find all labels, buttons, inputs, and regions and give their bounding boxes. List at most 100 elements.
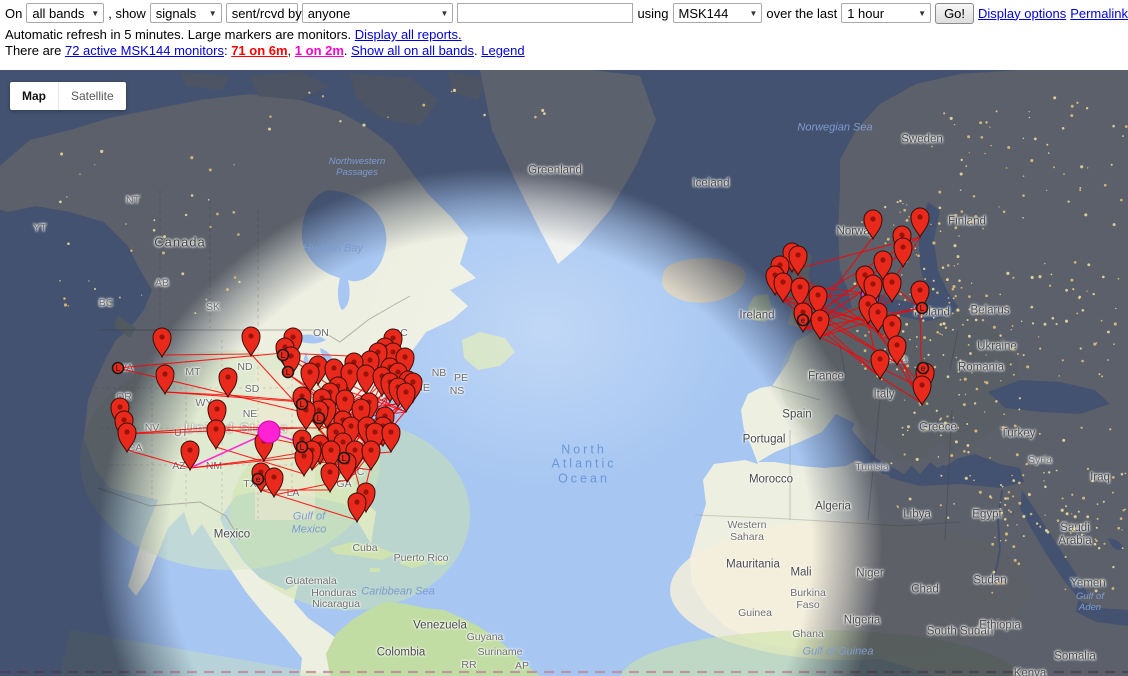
city-light-dot [897, 201, 899, 203]
city-light-dot [968, 344, 970, 346]
city-light-dot [1101, 320, 1103, 322]
map-view-button[interactable]: Map [10, 82, 58, 110]
city-light-dot [1073, 527, 1076, 530]
satellite-view-button[interactable]: Satellite [58, 82, 126, 110]
chevron-down-icon: ▼ [209, 9, 217, 18]
sentrcvd-select[interactable]: sent/rcvd by▼ [226, 3, 298, 23]
city-light-dot [995, 400, 997, 402]
callsign-input[interactable] [457, 3, 633, 23]
monitor-marker[interactable] [362, 441, 380, 470]
city-light-dot [1005, 532, 1008, 535]
map-type-control: Map Satellite [10, 82, 126, 110]
city-light-dot [984, 153, 985, 154]
monitor-marker[interactable] [913, 376, 931, 405]
city-light-dot [901, 274, 903, 276]
anyone-select[interactable]: anyone▼ [302, 3, 454, 23]
small-station-marker[interactable]: L [917, 303, 928, 314]
city-light-dot [940, 504, 942, 506]
city-light-dot [483, 114, 486, 117]
go-button[interactable]: Go! [935, 3, 974, 24]
city-light-dot [933, 317, 935, 319]
city-light-dot [1121, 473, 1124, 476]
city-light-dot [957, 263, 959, 265]
display-options-link[interactable]: Display options [978, 6, 1066, 21]
period-select[interactable]: 1 hour▼ [841, 3, 931, 23]
small-station-marker[interactable]: L [339, 453, 350, 464]
monitor-marker[interactable] [883, 273, 901, 302]
city-light-dot [1104, 184, 1107, 187]
city-light-dot [190, 156, 193, 159]
map-markers-overlay: LLLLLLLLeee [0, 70, 1128, 676]
city-light-dot [1012, 277, 1014, 279]
monitor-marker[interactable] [207, 420, 225, 449]
monitor-marker[interactable] [888, 336, 906, 365]
city-light-dot [1087, 167, 1088, 168]
magenta-station-marker[interactable] [258, 421, 280, 443]
city-light-dot [950, 454, 953, 457]
city-light-dot [1034, 137, 1037, 140]
city-light-dot [948, 297, 950, 299]
city-light-dot [63, 297, 66, 300]
city-light-dot [965, 394, 966, 395]
monitors-6m-link[interactable]: 71 on 6m [231, 43, 287, 58]
monitor-marker[interactable] [911, 208, 929, 237]
legend-link[interactable]: Legend [481, 43, 524, 58]
city-light-dot [989, 126, 990, 127]
show-all-bands-link[interactable]: Show all on all bands [351, 43, 474, 58]
city-light-dot [998, 206, 999, 207]
permalink-link[interactable]: Permalink [1070, 6, 1128, 21]
svg-text:L: L [920, 304, 925, 313]
monitor-marker[interactable] [153, 328, 171, 357]
city-light-dot [1087, 468, 1089, 470]
mode-select[interactable]: MSK144▼ [673, 3, 763, 23]
city-light-dot [216, 213, 219, 216]
monitor-marker[interactable] [118, 423, 136, 452]
small-station-marker[interactable]: L [113, 363, 124, 374]
monitor-marker[interactable] [894, 238, 912, 267]
city-light-dot [162, 252, 165, 255]
city-light-dot [100, 150, 103, 153]
monitor-marker[interactable] [864, 210, 882, 239]
city-light-dot [856, 330, 859, 333]
city-light-dot [864, 334, 866, 336]
city-light-dot [974, 215, 977, 218]
city-light-dot [1102, 276, 1105, 279]
small-station-marker[interactable]: e [798, 315, 809, 326]
city-light-dot [1065, 505, 1067, 507]
city-light-dot [1061, 509, 1064, 512]
city-light-dot [1109, 428, 1111, 430]
city-light-dot [968, 335, 971, 338]
small-station-marker[interactable]: L [283, 367, 294, 378]
city-light-dot [1028, 493, 1031, 496]
chevron-down-icon: ▼ [918, 9, 926, 18]
monitors-2m-link[interactable]: 1 on 2m [295, 43, 344, 58]
city-light-dot [1094, 543, 1097, 546]
city-light-dot [1080, 427, 1082, 429]
city-light-dot [1112, 476, 1115, 479]
city-light-dot [942, 266, 945, 269]
active-monitors-link[interactable]: 72 active MSK144 monitors [65, 43, 224, 58]
monitor-marker[interactable] [382, 423, 400, 452]
city-light-dot [940, 230, 942, 232]
city-light-dot [1101, 375, 1103, 377]
small-station-marker[interactable]: L [297, 399, 308, 410]
city-light-dot [1067, 200, 1069, 202]
city-light-dot [956, 309, 959, 312]
city-light-dot [1120, 517, 1123, 520]
small-station-marker[interactable]: L [278, 350, 289, 361]
small-station-marker[interactable]: L [297, 442, 308, 453]
signals-select[interactable]: signals▼ [150, 3, 222, 23]
monitor-marker[interactable] [871, 350, 889, 379]
city-light-dot [954, 226, 957, 229]
small-station-marker[interactable]: e [918, 363, 929, 374]
city-light-dot [1079, 189, 1081, 191]
small-station-marker[interactable]: L [314, 413, 325, 424]
monitor-marker[interactable] [156, 365, 174, 394]
city-light-dot [1097, 518, 1099, 520]
small-station-marker[interactable]: e [253, 474, 264, 485]
band-select[interactable]: all bands▼ [26, 3, 104, 23]
display-all-reports-link[interactable]: Display all reports. [355, 27, 462, 42]
world-map[interactable]: YTNTBCABSKONQCNBPENSMEWAORCANVUTAZNMMTWY… [0, 70, 1128, 676]
monitor-marker[interactable] [242, 327, 260, 356]
monitor-marker[interactable] [321, 463, 339, 492]
